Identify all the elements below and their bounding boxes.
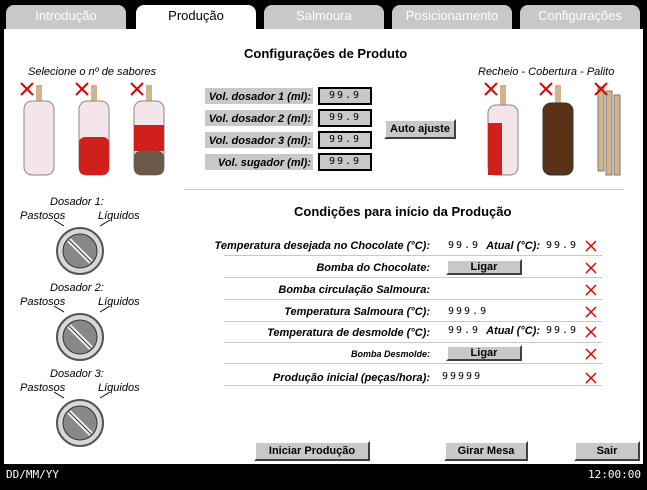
conditions-title: Condições para início da Produção	[294, 204, 512, 219]
doser-2-value[interactable]: 99.9	[318, 109, 372, 127]
status-time: 12:00:00	[588, 468, 641, 481]
tab-bar: Introdução Produção Salmoura Posicioname…	[0, 0, 647, 32]
doser-1-pointers	[53, 219, 111, 227]
brine-temp-label: Temperatura Salmoura (°C):	[284, 306, 430, 318]
filling-selector	[484, 82, 621, 176]
choc-pump-button[interactable]: Ligar	[446, 259, 522, 275]
doser-3-knob-icon[interactable]	[55, 398, 105, 448]
doser-2-title: Dosador 2:	[50, 282, 104, 294]
suction-label: Vol. sugador (ml):	[204, 153, 314, 171]
brine-temp-status-icon	[585, 306, 597, 318]
tab-salmoura[interactable]: Salmoura	[264, 5, 384, 29]
doser-3-value[interactable]: 99.9	[318, 131, 372, 149]
doser-2-pointers	[53, 305, 111, 313]
brine-pump-status-icon	[585, 284, 597, 296]
start-production-button[interactable]: Iniciar Produção	[254, 441, 370, 461]
doser-1-label: Vol. dosador 1 (ml):	[204, 87, 314, 105]
choc-pump-label: Bomba do Chocolate:	[316, 262, 430, 274]
initial-production-status-icon	[585, 372, 597, 384]
choc-temp-label: Temperatura desejada no Chocolate (°C):	[214, 240, 430, 252]
choc-actual-label: Atual (°C):	[486, 240, 540, 252]
doser-3-title: Dosador 3:	[50, 368, 104, 380]
doser-1-value[interactable]: 99.9	[318, 87, 372, 105]
popsicle-filling[interactable]	[484, 82, 519, 176]
tab-producao[interactable]: Produção	[136, 5, 256, 32]
filling-label: Recheio - Cobertura - Palito	[478, 66, 615, 78]
doser-3-pointers	[53, 391, 111, 399]
row-divider	[224, 321, 602, 322]
rotate-table-button[interactable]: Girar Mesa	[444, 441, 528, 461]
row-divider	[224, 255, 602, 256]
flavors-label: Selecione o nº de sabores	[28, 66, 157, 78]
initial-production-value[interactable]: 99999	[442, 371, 482, 382]
row-divider	[224, 277, 602, 278]
doser-1-knob-icon[interactable]	[55, 226, 105, 276]
choc-temp-value[interactable]: 99.9	[448, 240, 480, 251]
row-divider	[224, 342, 602, 343]
exit-button[interactable]: Sair	[574, 441, 640, 461]
choc-temp-status-icon	[585, 240, 597, 252]
demold-pump-status-icon	[585, 348, 597, 360]
choc-pump-status-icon	[585, 262, 597, 274]
status-bar: DD/MM/YY 12:00:00	[0, 464, 647, 484]
suction-value[interactable]: 99.9	[318, 153, 372, 171]
row-divider	[224, 385, 602, 386]
doser-1-title: Dosador 1:	[50, 196, 104, 208]
demold-temp-value[interactable]: 99.9	[448, 325, 480, 336]
auto-adjust-button[interactable]: Auto ajuste	[384, 119, 456, 139]
demold-temp-label: Temperatura de desmolde (°C):	[267, 327, 430, 339]
production-panel: Configurações de Produto Selecione o nº …	[4, 29, 643, 464]
divider	[184, 189, 624, 190]
choc-actual-value: 99.9	[546, 240, 579, 251]
doser-2-knob-icon[interactable]	[55, 312, 105, 362]
popsicle-stick[interactable]	[594, 82, 621, 176]
demold-actual-value: 99.9	[546, 325, 579, 336]
doser-2-label: Vol. dosador 2 (ml):	[204, 109, 314, 127]
demold-pump-button[interactable]: Ligar	[446, 345, 522, 361]
demold-temp-status-icon	[585, 326, 597, 338]
demold-actual-label: Atual (°C):	[486, 325, 540, 337]
popsicle-coating[interactable]	[539, 82, 574, 176]
status-date: DD/MM/YY	[6, 468, 59, 481]
row-divider	[224, 299, 602, 300]
doser-3-label: Vol. dosador 3 (ml):	[204, 131, 314, 149]
product-config-title: Configurações de Produto	[244, 46, 408, 61]
flavor-selector	[20, 82, 165, 176]
tab-configuracoes[interactable]: Configurações	[520, 5, 640, 29]
demold-pump-label: Bomba Desmolde:	[350, 349, 430, 359]
popsicle-3-flavor[interactable]	[130, 82, 165, 176]
popsicle-1-flavor[interactable]	[20, 82, 55, 176]
brine-temp-value[interactable]: 999.9	[448, 306, 488, 317]
initial-production-label: Produção inicial (peças/hora):	[272, 372, 430, 384]
tab-posicionamento[interactable]: Posicionamento	[392, 5, 512, 29]
tab-introducao[interactable]: Introdução	[6, 5, 126, 29]
row-divider	[224, 363, 602, 364]
brine-pump-label: Bomba circulação Salmoura:	[278, 284, 430, 296]
popsicle-2-flavor[interactable]	[75, 82, 110, 176]
